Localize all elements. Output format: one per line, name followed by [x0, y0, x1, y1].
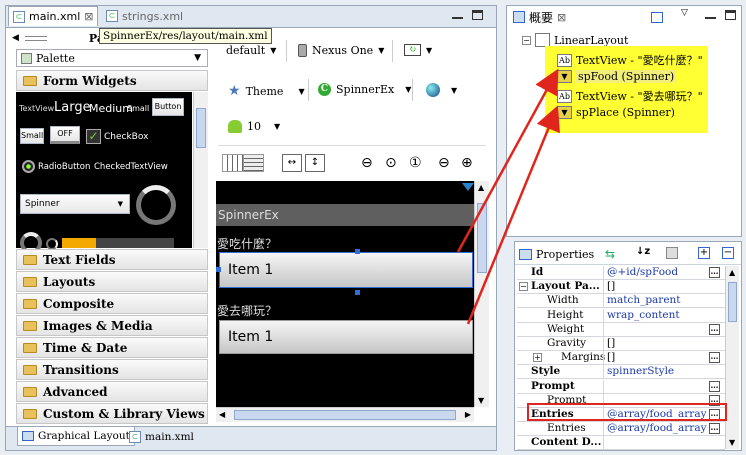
- arrow-place: [466, 105, 560, 325]
- annotation-arrows: [456, 68, 560, 325]
- arrow-food: [456, 68, 559, 253]
